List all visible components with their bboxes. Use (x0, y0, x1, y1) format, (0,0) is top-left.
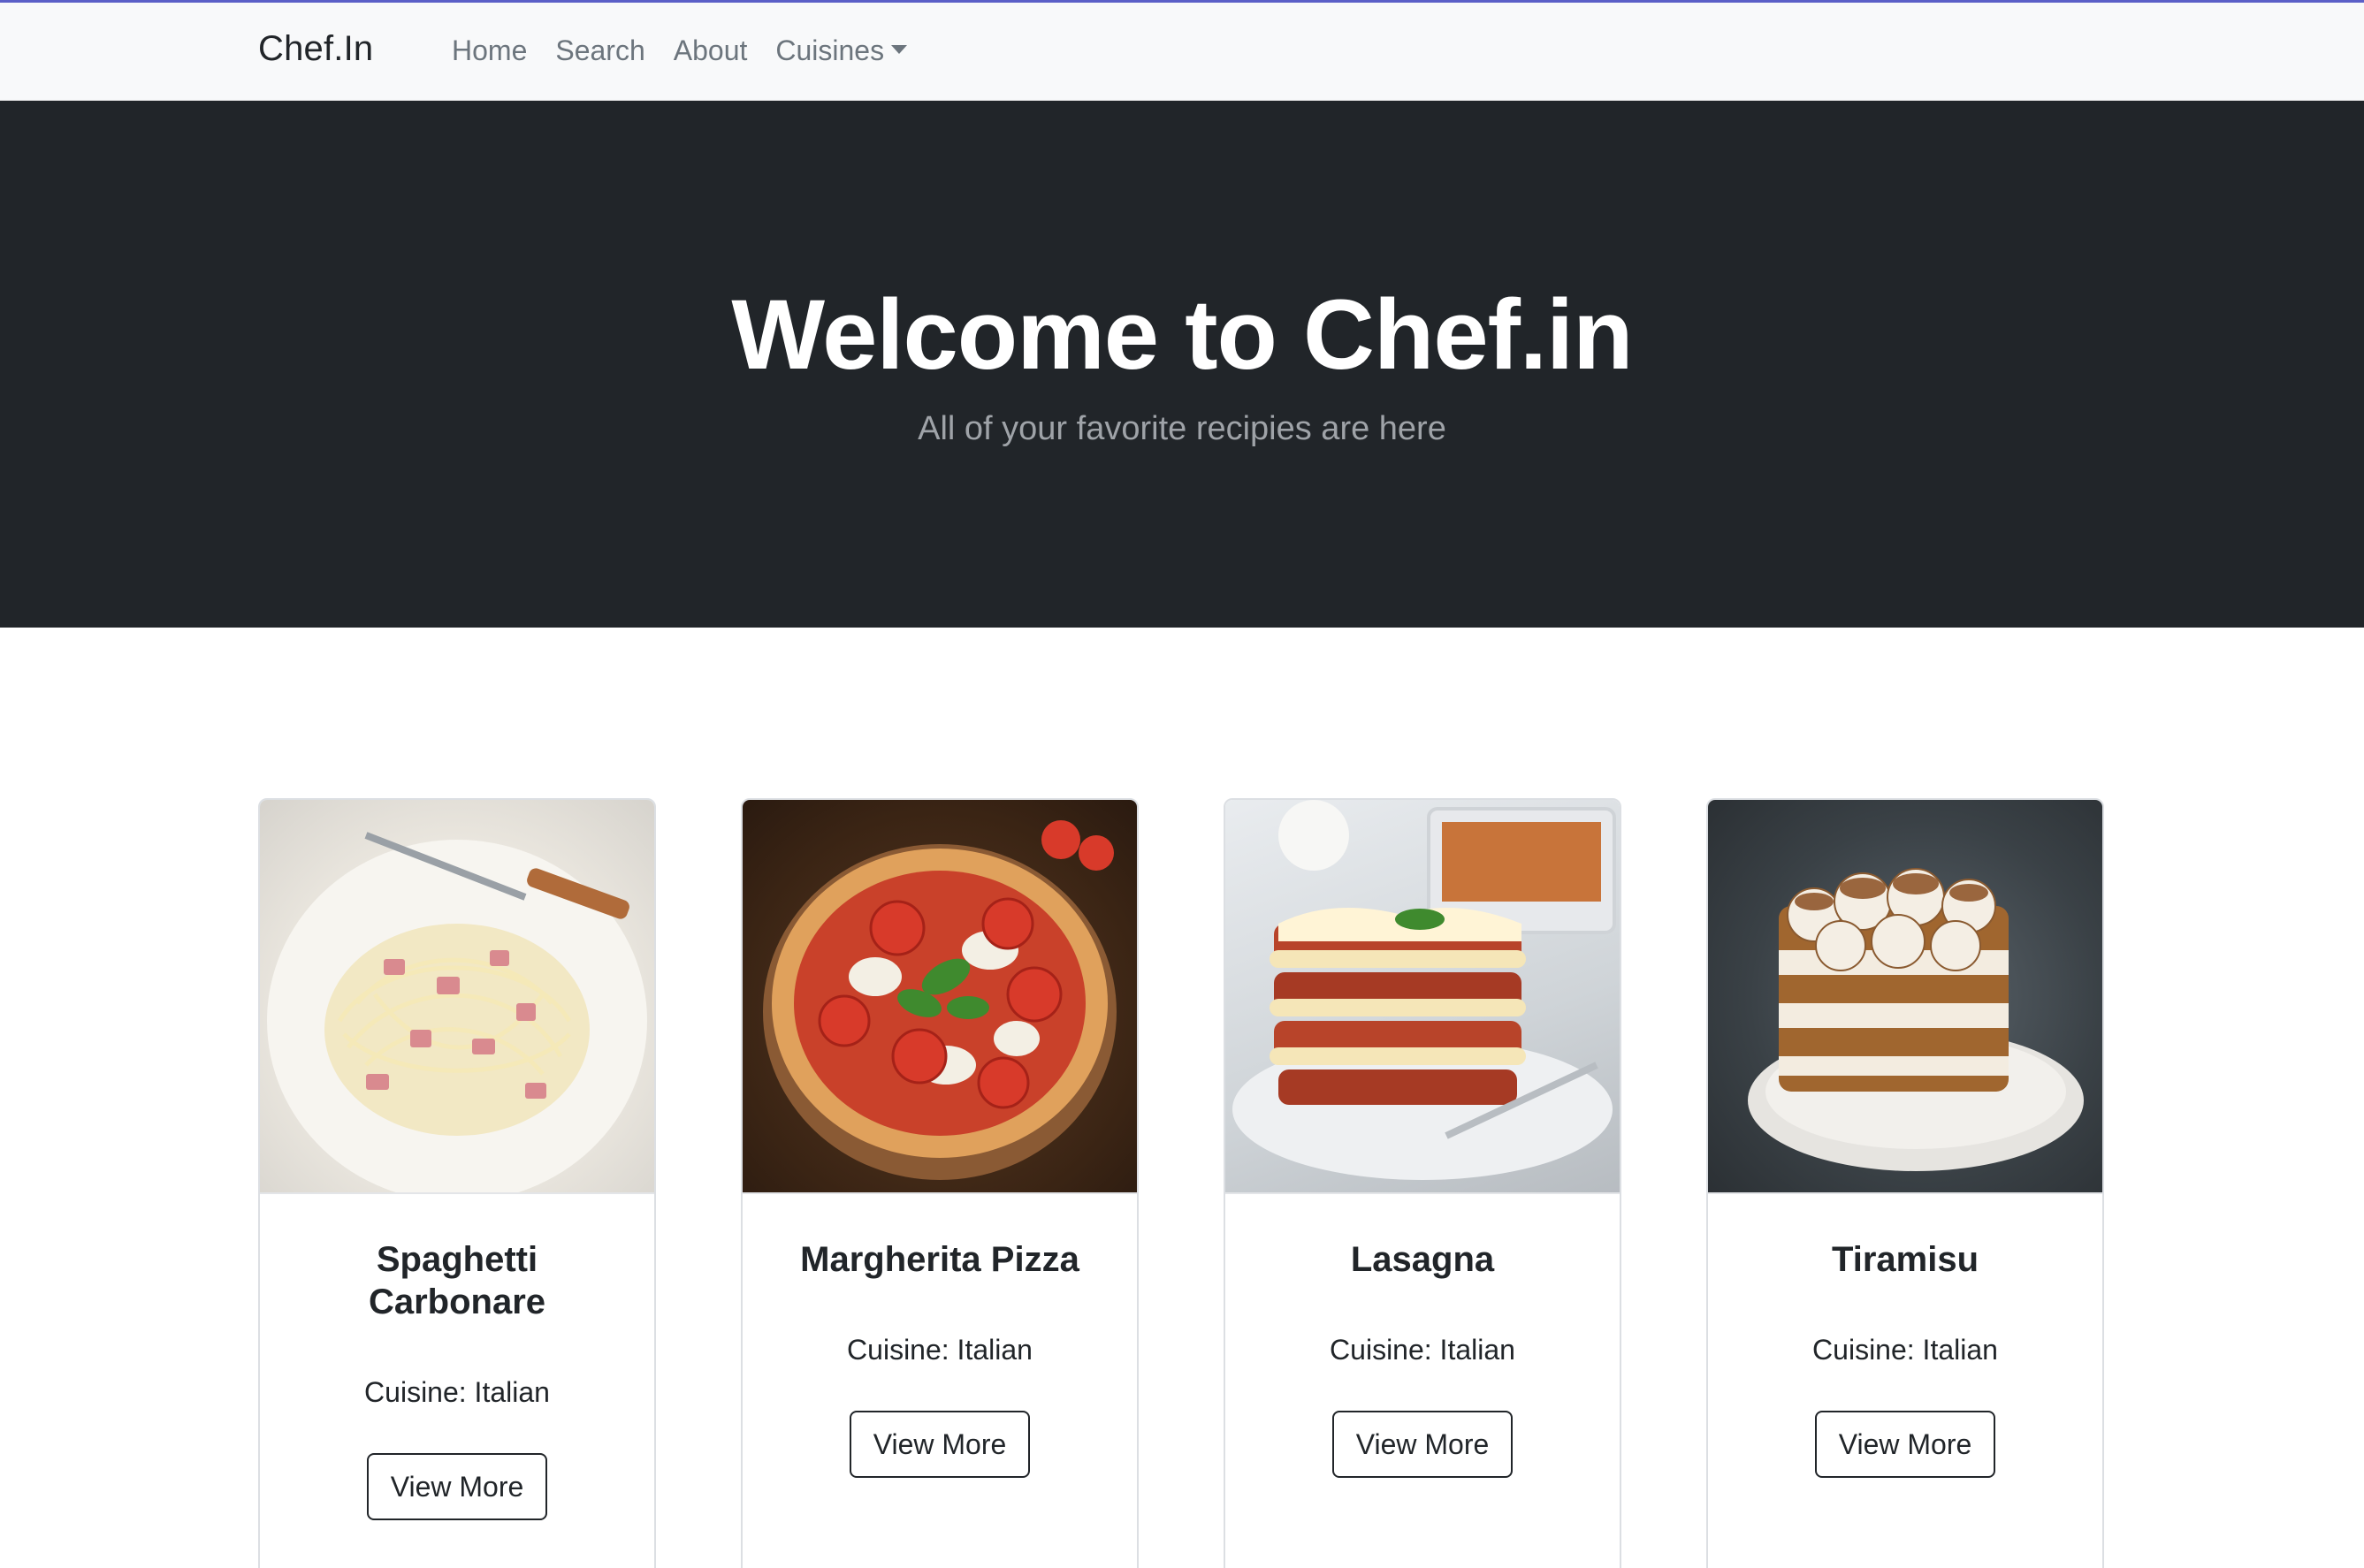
nav-link-search[interactable]: Search (555, 34, 644, 67)
view-more-button[interactable]: View More (367, 1453, 547, 1520)
view-more-button[interactable]: View More (850, 1411, 1030, 1478)
recipe-image (260, 800, 654, 1194)
spaghetti-image (267, 832, 647, 1192)
caret-down-icon (891, 44, 908, 54)
cuisines-dropdown-label: Cuisines (775, 34, 885, 66)
recipe-card: Spaghetti Carbonare Cuisine: Italian Vie… (258, 798, 656, 1568)
nav-link-about[interactable]: About (674, 34, 748, 67)
navbar: Chef.In Home Search About Cuisines (0, 3, 2364, 101)
recipe-image (1708, 800, 2102, 1194)
recipe-image (743, 800, 1137, 1194)
lasagna-image (1232, 800, 1616, 1180)
view-more-button[interactable]: View More (1815, 1411, 1995, 1478)
recipe-cuisine: Cuisine: Italian (364, 1376, 550, 1408)
nav-links: Home Search About Cuisines (452, 34, 935, 67)
recipe-cuisine: Cuisine: Italian (1330, 1334, 1515, 1366)
recipe-card: Margherita Pizza Cuisine: Italian View M… (741, 798, 1139, 1568)
tiramisu-image (1748, 868, 2084, 1171)
hero-subtitle: All of your favorite recipies are here (918, 410, 1446, 447)
cuisines-dropdown[interactable]: Cuisines (775, 34, 908, 67)
recipe-cuisine: Cuisine: Italian (847, 1334, 1033, 1366)
recipe-cuisine: Cuisine: Italian (1812, 1334, 1998, 1366)
brand-link[interactable]: Chef.In (258, 29, 373, 69)
recipe-image (1225, 800, 1620, 1194)
recipe-title: Spaghetti Carbonare (368, 1240, 546, 1321)
recipe-title: Tiramisu (1832, 1240, 1979, 1279)
recipe-title: Margherita Pizza (800, 1240, 1079, 1279)
view-more-button[interactable]: View More (1332, 1411, 1513, 1478)
page: Chef.In Home Search About Cuisines Welco… (0, 0, 2364, 1568)
nav-link-home[interactable]: Home (452, 34, 527, 67)
hero-title: Welcome to Chef.in (731, 279, 1633, 390)
recipe-title: Lasagna (1350, 1240, 1495, 1279)
recipe-card: Lasagna Cuisine: Italian View More (1224, 798, 1621, 1568)
hero-banner: Welcome to Chef.in All of your favorite … (0, 101, 2364, 628)
pizza-image (763, 820, 1117, 1180)
recipe-card: Tiramisu Cuisine: Italian View More (1706, 798, 2104, 1568)
